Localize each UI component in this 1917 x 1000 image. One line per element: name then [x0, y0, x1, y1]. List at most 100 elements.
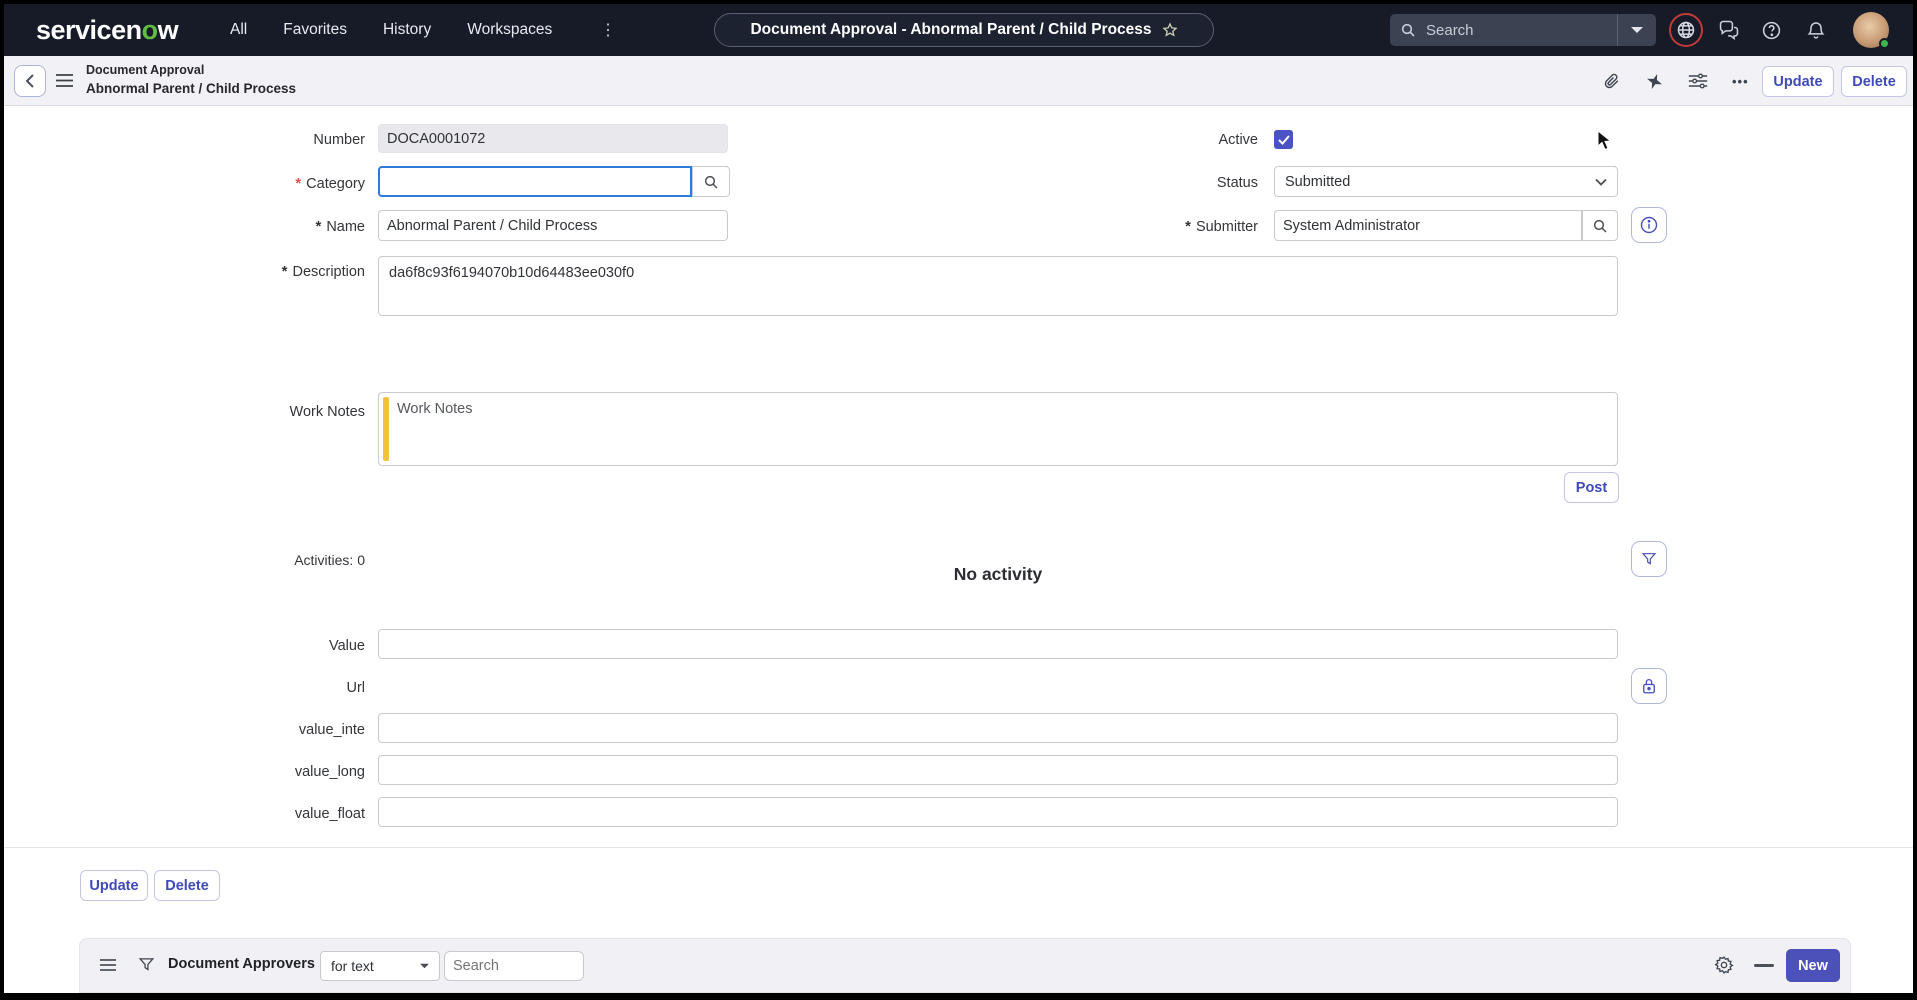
name-label: *Name	[315, 218, 365, 235]
logo-text: servicen	[36, 15, 142, 46]
new-record-button[interactable]: New	[1786, 949, 1840, 982]
no-activity-text: No activity	[378, 564, 1618, 585]
global-search-input[interactable]	[1424, 21, 1617, 40]
category-lookup-button[interactable]	[692, 166, 730, 197]
work-notes-label: Work Notes	[290, 404, 365, 420]
funnel-icon	[1641, 551, 1657, 567]
related-list-search-field-select[interactable]: for text	[320, 951, 440, 981]
ai-assist-button[interactable]	[1645, 72, 1664, 91]
status-select[interactable]: Submitted	[1274, 166, 1618, 197]
nav-item-all[interactable]: All	[230, 21, 247, 39]
category-label: *Category	[295, 175, 365, 192]
number-label: Number	[313, 132, 365, 148]
nav-item-favorites[interactable]: Favorites	[283, 21, 347, 39]
presence-status-dot	[1879, 38, 1890, 49]
hamburger-icon	[100, 958, 116, 972]
attachment-button[interactable]	[1602, 72, 1621, 91]
required-marker: *	[315, 218, 321, 235]
globe-button-highlighted[interactable]	[1669, 13, 1703, 47]
favorite-star-icon[interactable]	[1162, 22, 1178, 38]
required-marker: *	[282, 263, 288, 280]
nav-more-icon[interactable]: ⋮	[600, 4, 617, 56]
nav-item-history[interactable]: History	[383, 21, 431, 39]
footer-delete-button[interactable]: Delete	[154, 870, 220, 901]
related-list-settings-button[interactable]	[1714, 955, 1734, 980]
nav-item-workspaces[interactable]: Workspaces	[467, 21, 552, 39]
url-label: Url	[346, 680, 365, 696]
required-marker: *	[295, 175, 301, 192]
active-label: Active	[1219, 132, 1259, 148]
notifications-button[interactable]	[1806, 20, 1826, 46]
chevron-down-icon	[1630, 25, 1644, 35]
search-icon	[1400, 22, 1416, 38]
globe-icon	[1676, 20, 1696, 40]
related-list-filter-button[interactable]	[138, 956, 155, 978]
value-label: Value	[329, 638, 365, 654]
value-input[interactable]	[378, 629, 1618, 659]
chat-icon	[1718, 20, 1740, 40]
search-scope-dropdown[interactable]	[1618, 25, 1656, 35]
submitter-input[interactable]	[1274, 210, 1582, 241]
status-value: Submitted	[1285, 174, 1350, 190]
logo-text-2: w	[158, 15, 179, 46]
more-actions-button[interactable]: •••	[1732, 74, 1749, 89]
url-lock-button[interactable]	[1631, 668, 1667, 704]
search-field-value: for text	[331, 958, 374, 974]
related-list-header: Document Approvers for text New	[79, 938, 1851, 993]
form-title-table: Document Approval	[86, 61, 296, 79]
work-notes-accent-bar	[383, 397, 389, 461]
form-context-menu-button[interactable]	[56, 73, 73, 93]
chevron-left-icon	[24, 74, 36, 88]
description-label: *Description	[282, 263, 365, 280]
page: servicenow All Favorites History Workspa…	[4, 4, 1913, 993]
user-avatar[interactable]	[1853, 12, 1889, 48]
activity-filter-button[interactable]	[1631, 541, 1667, 577]
update-button[interactable]: Update	[1762, 66, 1834, 97]
work-notes-textarea[interactable]	[378, 392, 1618, 466]
paperclip-icon	[1602, 72, 1621, 91]
personalize-form-button[interactable]	[1688, 72, 1708, 90]
form-footer-divider	[4, 847, 1913, 848]
related-list-menu-button[interactable]	[100, 958, 116, 977]
global-search[interactable]	[1390, 14, 1656, 46]
value-inte-input[interactable]	[378, 713, 1618, 743]
related-list-title: Document Approvers	[168, 956, 315, 972]
top-nav: servicenow All Favorites History Workspa…	[4, 4, 1913, 56]
back-button[interactable]	[14, 65, 46, 97]
sparkle-icon	[1645, 72, 1664, 91]
sliders-icon	[1688, 72, 1708, 90]
activities-count-label: Activities: 0	[294, 552, 365, 568]
post-button[interactable]: Post	[1564, 472, 1619, 503]
help-button[interactable]	[1761, 20, 1782, 46]
submitter-lookup-button[interactable]	[1582, 210, 1618, 241]
value-float-label: value_float	[295, 806, 365, 822]
form-header: Document Approval Abnormal Parent / Chil…	[4, 56, 1913, 106]
chevron-down-icon	[1595, 178, 1607, 186]
info-icon	[1639, 215, 1659, 235]
form-title: Document Approval Abnormal Parent / Chil…	[86, 61, 296, 99]
help-icon	[1761, 20, 1782, 41]
name-input[interactable]	[378, 210, 728, 241]
active-checkbox[interactable]	[1274, 130, 1293, 149]
related-list-search-input[interactable]	[444, 951, 584, 981]
lock-icon	[1641, 677, 1657, 695]
current-record-pill[interactable]: Document Approval - Abnormal Parent / Ch…	[714, 13, 1214, 47]
delete-button[interactable]: Delete	[1841, 66, 1907, 97]
required-marker: *	[1185, 218, 1191, 235]
screenshot-frame: servicenow All Favorites History Workspa…	[0, 0, 1917, 1000]
work-notes-field	[378, 392, 1618, 466]
value-float-input[interactable]	[378, 797, 1618, 827]
chat-button[interactable]	[1718, 20, 1740, 45]
footer-update-button[interactable]: Update	[80, 870, 148, 901]
caret-down-icon	[420, 963, 429, 969]
category-input[interactable]	[378, 166, 692, 197]
submitter-preview-button[interactable]	[1631, 207, 1667, 243]
servicenow-logo[interactable]: servicenow	[36, 4, 178, 56]
search-icon	[1592, 218, 1608, 234]
collapse-list-button[interactable]	[1754, 964, 1774, 967]
logo-accent-o: o	[142, 15, 158, 46]
value-long-input[interactable]	[378, 755, 1618, 785]
status-label: Status	[1217, 175, 1258, 191]
search-icon	[703, 174, 719, 190]
description-textarea[interactable]: da6f8c93f6194070b10d64483ee030f0	[378, 256, 1618, 316]
